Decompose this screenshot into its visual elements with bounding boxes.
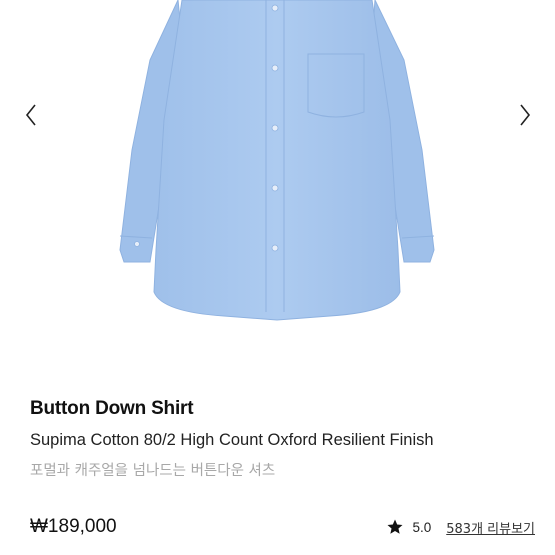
product-image	[119, 0, 435, 321]
rating-summary: 5.0 583개 리뷰보기	[386, 512, 535, 542]
chevron-right-icon	[520, 104, 531, 126]
price-row: ₩189,000 5.0 583개 리뷰보기	[30, 512, 535, 542]
next-image-button[interactable]	[513, 98, 537, 132]
star-icon	[387, 519, 403, 534]
product-description: 포멀과 캐주얼을 넘나드는 버튼다운 셔츠	[30, 463, 276, 479]
product-title: Button Down Shirt	[30, 398, 194, 419]
product-info: Button Down Shirt Supima Cotton 80/2 Hig…	[30, 396, 535, 482]
reviews-link[interactable]: 583개 리뷰보기	[446, 518, 535, 537]
chevron-left-icon	[25, 104, 36, 126]
product-image-gallery	[0, 0, 555, 372]
product-price: ₩189,000	[30, 516, 117, 537]
product-subtitle: Supima Cotton 80/2 High Count Oxford Res…	[30, 431, 434, 449]
rating-score: 5.0	[412, 519, 432, 535]
prev-image-button[interactable]	[19, 98, 43, 132]
